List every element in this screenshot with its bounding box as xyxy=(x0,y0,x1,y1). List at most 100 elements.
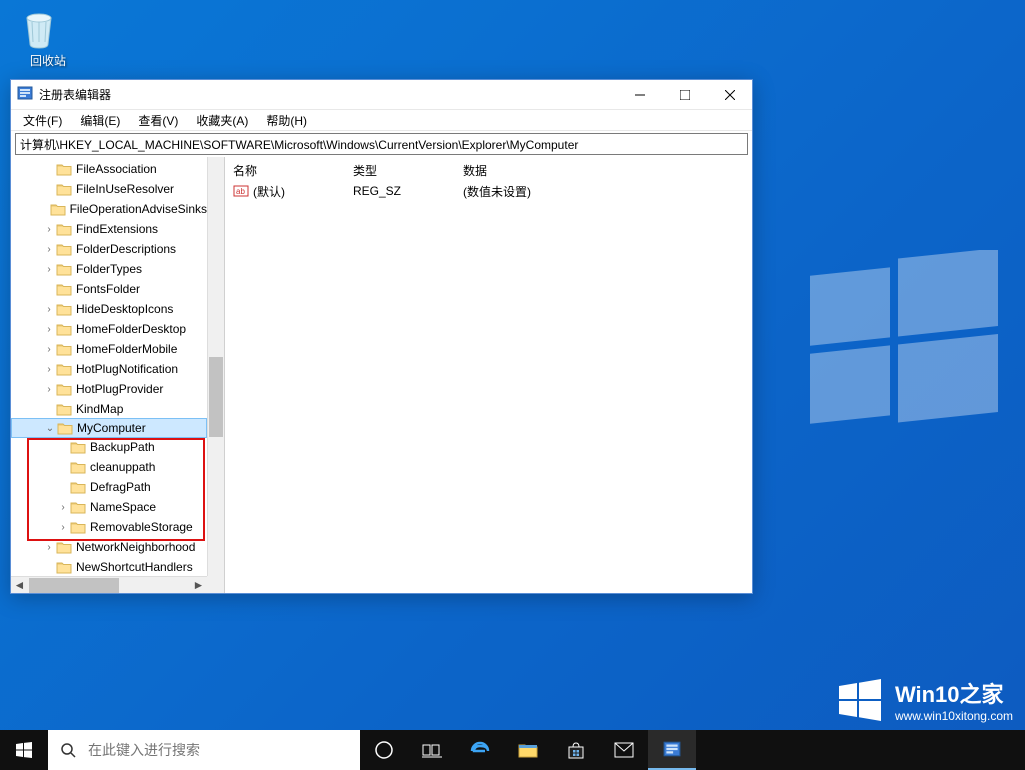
start-button[interactable] xyxy=(0,730,48,770)
value-data: (数值未设置) xyxy=(459,183,659,200)
folder-icon xyxy=(70,520,86,534)
recycle-bin-desktop-icon[interactable]: 回收站 xyxy=(18,8,78,69)
watermark: Win10之家 www.win10xitong.com xyxy=(835,676,1013,724)
folder-icon xyxy=(50,202,66,216)
titlebar[interactable]: 注册表编辑器 xyxy=(11,80,752,110)
taskbar-search[interactable] xyxy=(48,730,360,770)
regedit-app-icon xyxy=(17,85,33,104)
vertical-scrollbar[interactable] xyxy=(207,157,224,576)
expand-icon[interactable]: › xyxy=(43,264,55,275)
expand-icon[interactable]: › xyxy=(43,384,55,395)
value-type: REG_SZ xyxy=(349,184,459,198)
store-icon[interactable] xyxy=(552,730,600,770)
folder-icon xyxy=(70,440,86,454)
folder-icon xyxy=(56,402,72,416)
file-explorer-icon[interactable] xyxy=(504,730,552,770)
address-input[interactable] xyxy=(16,134,747,154)
minimize-button[interactable] xyxy=(617,80,662,109)
expand-icon[interactable]: › xyxy=(57,522,69,533)
close-button[interactable] xyxy=(707,80,752,109)
tree-item-fileassociation[interactable]: FileAssociation xyxy=(11,159,207,179)
expand-icon[interactable]: › xyxy=(43,244,55,255)
expand-icon[interactable]: › xyxy=(43,542,55,553)
expand-icon[interactable]: › xyxy=(43,224,55,235)
expand-icon[interactable]: › xyxy=(57,502,69,513)
tree-item-fileoperationadvisesinks[interactable]: FileOperationAdviseSinks xyxy=(11,199,207,219)
tree-item-findextensions[interactable]: ›FindExtensions xyxy=(11,219,207,239)
folder-icon xyxy=(56,282,72,296)
tree-item-removablestorage[interactable]: › RemovableStorage xyxy=(11,517,207,537)
horizontal-scrollbar[interactable]: ◄ ► xyxy=(11,576,207,593)
folder-icon xyxy=(57,421,73,435)
scroll-right-icon[interactable]: ► xyxy=(190,577,207,594)
tree-item-hotplugnotification[interactable]: ›HotPlugNotification xyxy=(11,359,207,379)
tree-item-kindmap[interactable]: KindMap xyxy=(11,399,207,419)
tree-item-folderdescriptions[interactable]: ›FolderDescriptions xyxy=(11,239,207,259)
tree-item-label: RemovableStorage xyxy=(90,520,193,534)
background-windows-logo xyxy=(770,250,1025,450)
column-data[interactable]: 数据 xyxy=(459,160,659,181)
regedit-taskbar-icon[interactable] xyxy=(648,730,696,770)
tree-item-homefoldermobile[interactable]: ›HomeFolderMobile xyxy=(11,339,207,359)
expand-icon[interactable]: › xyxy=(43,344,55,355)
expand-icon[interactable]: › xyxy=(43,364,55,375)
registry-editor-window: 注册表编辑器 文件(F) 编辑(E) 查看(V) 收藏夹(A) 帮助(H) Fi… xyxy=(10,79,753,594)
tree-item-mycomputer[interactable]: ⌄MyComputer xyxy=(11,418,207,438)
string-value-icon: ab xyxy=(233,183,249,199)
folder-icon xyxy=(56,262,72,276)
recycle-bin-icon xyxy=(18,8,78,50)
tree-item-label: NetworkNeighborhood xyxy=(76,540,195,554)
tree-item-fontsfolder[interactable]: FontsFolder xyxy=(11,279,207,299)
tree-item-newshortcuthandlers[interactable]: NewShortcutHandlers xyxy=(11,557,207,576)
tree-item-label: BackupPath xyxy=(90,440,155,454)
expand-icon[interactable]: › xyxy=(43,304,55,315)
column-headers[interactable]: 名称 类型 数据 xyxy=(229,159,748,181)
tree-item-label: cleanuppath xyxy=(90,460,155,474)
column-type[interactable]: 类型 xyxy=(349,160,459,181)
tree-item-label: NewShortcutHandlers xyxy=(76,560,193,574)
tree-item-hotplugprovider[interactable]: › HotPlugProvider xyxy=(11,379,207,399)
expand-icon[interactable]: ⌄ xyxy=(44,423,56,434)
tree-item-label: DefragPath xyxy=(90,480,151,494)
folder-icon xyxy=(56,382,72,396)
tree-item-label: FileAssociation xyxy=(76,162,157,176)
folder-icon xyxy=(56,222,72,236)
tree-item-networkneighborhood[interactable]: › NetworkNeighborhood xyxy=(11,537,207,557)
folder-icon xyxy=(56,322,72,336)
cortana-icon[interactable] xyxy=(360,730,408,770)
menu-file[interactable]: 文件(F) xyxy=(15,110,70,131)
expand-icon[interactable]: › xyxy=(43,324,55,335)
watermark-windows-logo-icon xyxy=(835,676,883,724)
search-input[interactable] xyxy=(88,730,360,770)
tree-item-fileinuseresolver[interactable]: FileInUseResolver xyxy=(11,179,207,199)
tree-item-cleanuppath[interactable]: cleanuppath xyxy=(11,457,207,477)
taskbar xyxy=(0,730,1025,770)
tree-item-label: FolderTypes xyxy=(76,262,142,276)
tree-item-label: HomeFolderDesktop xyxy=(76,322,186,336)
tree-item-defragpath[interactable]: DefragPath xyxy=(11,477,207,497)
mail-icon[interactable] xyxy=(600,730,648,770)
tree-item-label: KindMap xyxy=(76,402,123,416)
maximize-button[interactable] xyxy=(662,80,707,109)
tree-item-namespace[interactable]: ›NameSpace xyxy=(11,497,207,517)
menu-favorites[interactable]: 收藏夹(A) xyxy=(188,110,256,131)
column-name[interactable]: 名称 xyxy=(229,160,349,181)
menu-view[interactable]: 查看(V) xyxy=(130,110,186,131)
search-icon xyxy=(48,742,88,758)
tree-item-label: HotPlugProvider xyxy=(76,382,163,396)
edge-icon[interactable] xyxy=(456,730,504,770)
menu-edit[interactable]: 编辑(E) xyxy=(72,110,128,131)
tree-item-backuppath[interactable]: BackupPath xyxy=(11,437,207,457)
window-title: 注册表编辑器 xyxy=(39,86,111,103)
scroll-left-icon[interactable]: ◄ xyxy=(11,577,28,594)
tree-item-foldertypes[interactable]: › FolderTypes xyxy=(11,259,207,279)
menu-bar: 文件(F) 编辑(E) 查看(V) 收藏夹(A) 帮助(H) xyxy=(11,110,752,131)
tree-pane: FileAssociation FileInUseResolverFileOper… xyxy=(11,157,225,593)
folder-icon xyxy=(56,182,72,196)
tree-item-homefolderdesktop[interactable]: › HomeFolderDesktop xyxy=(11,319,207,339)
value-row[interactable]: ab (默认) REG_SZ (数值未设置) xyxy=(229,181,748,201)
tree-item-label: FontsFolder xyxy=(76,282,140,296)
tree-item-hidedesktopicons[interactable]: ›HideDesktopIcons xyxy=(11,299,207,319)
task-view-icon[interactable] xyxy=(408,730,456,770)
menu-help[interactable]: 帮助(H) xyxy=(258,110,315,131)
